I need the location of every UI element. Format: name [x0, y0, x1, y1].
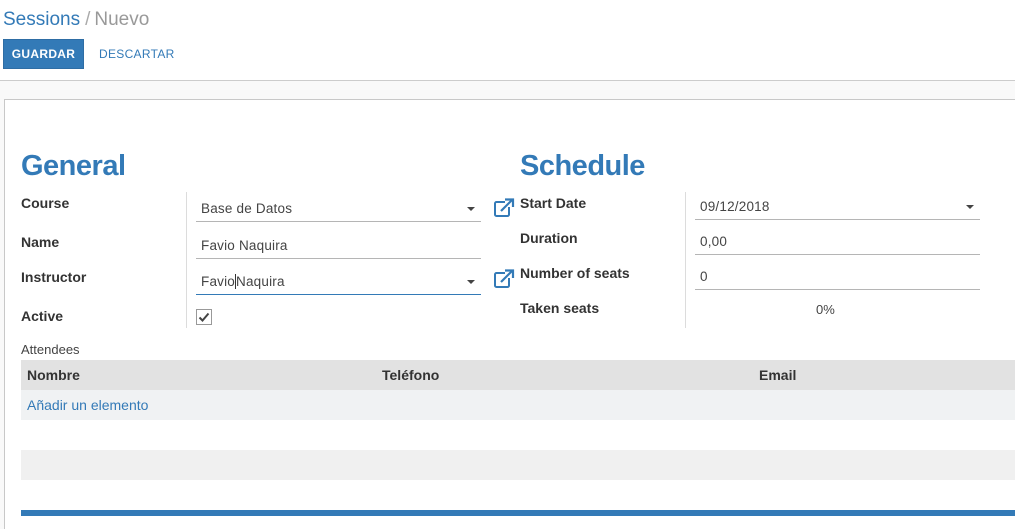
discard-button[interactable]: DESCARTAR — [94, 39, 180, 69]
seats-field[interactable]: 0 — [695, 262, 980, 290]
external-link-icon[interactable] — [493, 197, 515, 219]
active-label: Active — [21, 308, 64, 324]
seats-label: Number of seats — [520, 265, 630, 281]
column-header-telefono[interactable]: Teléfono — [382, 367, 439, 383]
taken-seats-progress: 0% — [816, 302, 835, 317]
add-line-link[interactable]: Añadir un elemento — [27, 397, 148, 413]
start-date-value: 09/12/2018 — [700, 199, 770, 214]
save-button[interactable]: GUARDAR — [3, 39, 84, 69]
caret-down-icon[interactable] — [966, 205, 974, 209]
duration-value: 0,00 — [700, 234, 728, 249]
name-field[interactable]: Favio Naquira — [196, 231, 481, 259]
caret-down-icon[interactable] — [467, 207, 475, 211]
seats-value: 0 — [700, 269, 708, 284]
course-label: Course — [21, 195, 70, 211]
duration-label: Duration — [520, 230, 578, 246]
instructor-value-start: Favio — [201, 274, 236, 289]
duration-field[interactable]: 0,00 — [695, 227, 980, 255]
breadcrumb-separator: / — [85, 9, 91, 30]
course-value: Base de Datos — [201, 201, 293, 216]
breadcrumb-sessions-link[interactable]: Sessions — [3, 9, 80, 30]
general-group-title: General — [21, 150, 126, 182]
schedule-group-title: Schedule — [520, 150, 645, 182]
control-panel: Sessions / Nuevo GUARDAR DESCARTAR — [0, 0, 1015, 81]
attendees-table-header: Nombre Teléfono Email — [21, 360, 1015, 390]
instructor-field[interactable]: FavioNaquira — [196, 267, 481, 295]
breadcrumb: Sessions / Nuevo — [3, 8, 149, 32]
attendees-label: Attendees — [21, 342, 80, 357]
start-date-field[interactable]: 09/12/2018 — [695, 192, 980, 220]
caret-down-icon[interactable] — [467, 280, 475, 284]
table-row — [21, 450, 1015, 480]
breadcrumb-current: Nuevo — [94, 9, 150, 30]
instructor-label: Instructor — [21, 269, 87, 285]
checkmark-icon — [198, 312, 210, 322]
schedule-label-separator — [685, 192, 686, 328]
instructor-value-end: Naquira — [236, 274, 285, 289]
column-header-email[interactable]: Email — [759, 367, 796, 383]
table-row: Añadir un elemento — [21, 390, 1015, 420]
table-footer-bar — [21, 510, 1015, 516]
course-field[interactable]: Base de Datos — [196, 194, 481, 222]
general-label-separator — [186, 192, 187, 328]
name-label: Name — [21, 234, 60, 250]
taken-seats-label: Taken seats — [520, 300, 600, 316]
table-row — [21, 420, 1015, 450]
start-date-label: Start Date — [520, 195, 587, 211]
external-link-icon[interactable] — [493, 268, 515, 290]
column-header-nombre[interactable]: Nombre — [27, 367, 80, 383]
name-value: Favio Naquira — [201, 238, 288, 253]
active-checkbox[interactable] — [196, 309, 212, 325]
